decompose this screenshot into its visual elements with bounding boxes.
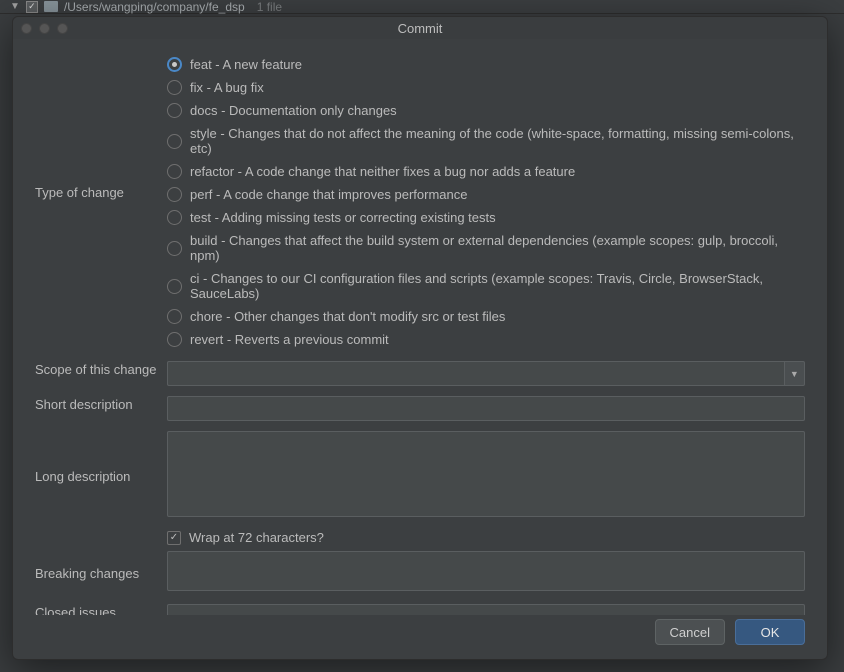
label-type: Type of change [35, 57, 167, 200]
long-description-input[interactable] [167, 431, 805, 517]
radio-icon [167, 309, 182, 324]
cancel-button[interactable]: Cancel [655, 619, 725, 645]
row-scope: Scope of this change ▼ [35, 361, 805, 386]
radio-icon [167, 241, 182, 256]
wrap-checkbox[interactable] [167, 531, 181, 545]
ok-button[interactable]: OK [735, 619, 805, 645]
label-breaking: Breaking changes [35, 565, 167, 581]
type-radio-ci[interactable]: ci - Changes to our CI configuration fil… [167, 271, 805, 301]
row-type: Type of change feat - A new feature fix -… [35, 57, 805, 347]
row-closed: Closed issues [35, 604, 805, 615]
radio-icon [167, 80, 182, 95]
label-short: Short description [35, 396, 167, 412]
scope-input[interactable] [167, 361, 784, 386]
radio-icon [167, 332, 182, 347]
type-radio-perf[interactable]: perf - A code change that improves perfo… [167, 187, 805, 202]
file-checkbox[interactable]: ✓ [26, 1, 38, 13]
folder-icon [44, 1, 58, 12]
short-description-input[interactable] [167, 396, 805, 421]
commit-dialog: Commit Type of change feat - A new featu… [12, 16, 828, 660]
type-radio-label: docs - Documentation only changes [190, 103, 397, 118]
radio-icon [167, 134, 182, 149]
type-radio-build[interactable]: build - Changes that affect the build sy… [167, 233, 805, 263]
type-radio-test[interactable]: test - Adding missing tests or correctin… [167, 210, 805, 225]
type-radio-list: feat - A new feature fix - A bug fix docs … [167, 57, 805, 347]
row-long: Long description [35, 431, 805, 520]
dialog-footer: Cancel OK [13, 615, 827, 659]
dialog-title: Commit [13, 21, 827, 36]
type-radio-label: style - Changes that do not affect the m… [190, 126, 805, 156]
type-radio-label: refactor - A code change that neither fi… [190, 164, 575, 179]
radio-icon [167, 210, 182, 225]
type-radio-label: build - Changes that affect the build sy… [190, 233, 805, 263]
dialog-body: Type of change feat - A new feature fix -… [13, 39, 827, 615]
radio-icon [167, 187, 182, 202]
type-radio-label: feat - A new feature [190, 57, 302, 72]
type-radio-style[interactable]: style - Changes that do not affect the m… [167, 126, 805, 156]
type-radio-revert[interactable]: revert - Reverts a previous commit [167, 332, 805, 347]
wrap-row: Wrap at 72 characters? [167, 530, 805, 545]
disclosure-triangle-icon[interactable]: ▼ [10, 1, 20, 12]
row-short: Short description [35, 396, 805, 421]
label-closed: Closed issues [35, 604, 167, 615]
label-scope: Scope of this change [35, 361, 167, 377]
scope-dropdown-button[interactable]: ▼ [784, 361, 805, 386]
radio-icon [167, 279, 182, 294]
type-radio-docs[interactable]: docs - Documentation only changes [167, 103, 805, 118]
radio-icon [167, 164, 182, 179]
closed-issues-input[interactable] [167, 604, 805, 615]
type-radio-fix[interactable]: fix - A bug fix [167, 80, 805, 95]
dialog-titlebar[interactable]: Commit [13, 17, 827, 39]
type-radio-label: chore - Other changes that don't modify … [190, 309, 505, 324]
breaking-changes-input[interactable] [167, 551, 805, 591]
type-radio-label: perf - A code change that improves perfo… [190, 187, 468, 202]
ide-path: /Users/wangping/company/fe_dsp [64, 0, 245, 14]
scope-combobox[interactable]: ▼ [167, 361, 805, 386]
label-long: Long description [35, 468, 167, 484]
wrap-label: Wrap at 72 characters? [189, 530, 324, 545]
radio-icon [167, 57, 182, 72]
type-radio-label: test - Adding missing tests or correctin… [190, 210, 496, 225]
ide-path-bar: ▼ ✓ /Users/wangping/company/fe_dsp 1 fil… [0, 0, 844, 14]
row-breaking: Breaking changes [35, 551, 805, 594]
radio-icon [167, 103, 182, 118]
type-radio-label: ci - Changes to our CI configuration fil… [190, 271, 805, 301]
type-radio-feat[interactable]: feat - A new feature [167, 57, 805, 72]
ide-file-count: 1 file [257, 0, 282, 14]
type-radio-label: fix - A bug fix [190, 80, 264, 95]
type-radio-refactor[interactable]: refactor - A code change that neither fi… [167, 164, 805, 179]
type-radio-chore[interactable]: chore - Other changes that don't modify … [167, 309, 805, 324]
chevron-down-icon: ▼ [790, 369, 799, 379]
type-radio-label: revert - Reverts a previous commit [190, 332, 389, 347]
